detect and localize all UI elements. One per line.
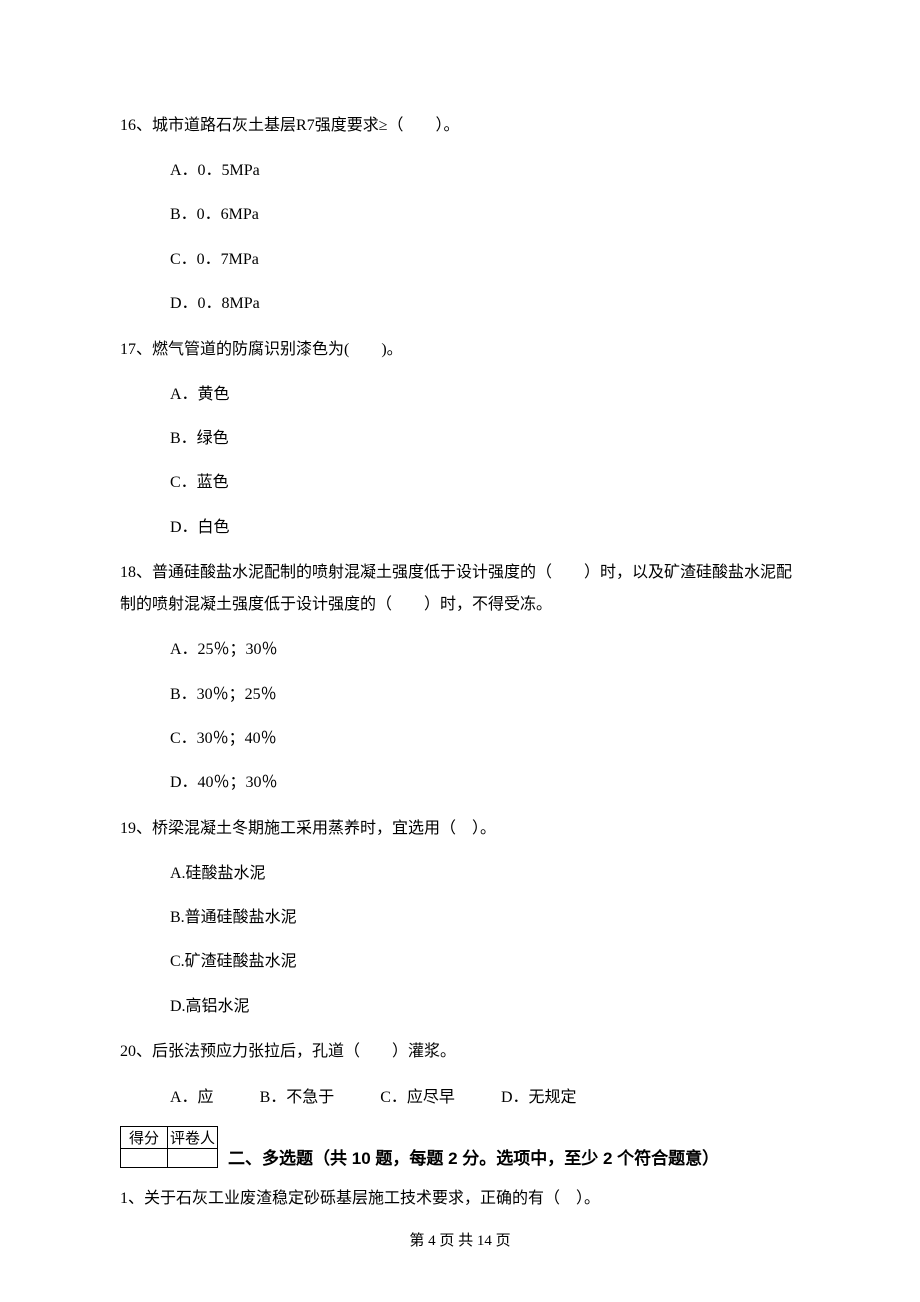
question-text: 17、燃气管道的防腐识别漆色为( )。 xyxy=(120,334,800,366)
option-c: C.矿渣硅酸盐水泥 xyxy=(170,947,800,977)
question-text: 20、后张法预应力张拉后，孔道（ ）灌浆。 xyxy=(120,1036,800,1068)
option-d: D.高铝水泥 xyxy=(170,992,800,1022)
option-a: A．应 xyxy=(170,1082,214,1114)
option-a: A．黄色 xyxy=(170,380,800,410)
question-text: 19、桥梁混凝土冬期施工采用蒸养时，宜选用（ ）。 xyxy=(120,813,800,845)
option-a: A．25％；30％ xyxy=(170,635,800,665)
option-c: C．应尽早 xyxy=(380,1082,455,1114)
question-body: 桥梁混凝土冬期施工采用蒸养时，宜选用（ ）。 xyxy=(152,820,496,837)
option-a: A.硅酸盐水泥 xyxy=(170,859,800,889)
question-20: 20、后张法预应力张拉后，孔道（ ）灌浆。 A．应 B．不急于 C．应尽早 D．… xyxy=(120,1036,800,1114)
question-19: 19、桥梁混凝土冬期施工采用蒸养时，宜选用（ ）。 A.硅酸盐水泥 B.普通硅酸… xyxy=(120,813,800,1023)
option-b: B．30％；25％ xyxy=(170,680,800,710)
question-text: 16、城市道路石灰土基层R7强度要求≥（ ）。 xyxy=(120,110,800,142)
question-body: 城市道路石灰土基层R7强度要求≥（ ）。 xyxy=(152,117,459,134)
inline-options: A．应 B．不急于 C．应尽早 D．无规定 xyxy=(170,1082,800,1114)
page-content: 16、城市道路石灰土基层R7强度要求≥（ ）。 A．0．5MPa B．0．6MP… xyxy=(0,0,920,1280)
option-b: B.普通硅酸盐水泥 xyxy=(170,903,800,933)
option-c: C．0．7MPa xyxy=(170,245,800,275)
question-17: 17、燃气管道的防腐识别漆色为( )。 A．黄色 B．绿色 C．蓝色 D．白色 xyxy=(120,334,800,544)
option-d: D．0．8MPa xyxy=(170,289,800,319)
question-number: 17、 xyxy=(120,341,152,358)
grader-cell xyxy=(168,1149,218,1168)
grader-header: 评卷人 xyxy=(168,1127,218,1149)
option-b: B．0．6MPa xyxy=(170,200,800,230)
option-d: D．40％；30％ xyxy=(170,768,800,798)
question-16: 16、城市道路石灰土基层R7强度要求≥（ ）。 A．0．5MPa B．0．6MP… xyxy=(120,110,800,320)
question-body: 燃气管道的防腐识别漆色为( )。 xyxy=(152,341,403,358)
section2-question-1: 1、关于石灰工业废渣稳定砂砾基层施工技术要求，正确的有（ ）。 xyxy=(120,1183,800,1215)
score-cell xyxy=(121,1149,168,1168)
score-table: 得分 评卷人 xyxy=(120,1126,218,1168)
option-d: D．白色 xyxy=(170,513,800,543)
question-body: 后张法预应力张拉后，孔道（ ）灌浆。 xyxy=(152,1043,456,1060)
question-number: 1、 xyxy=(120,1190,144,1207)
question-text: 18、普通硅酸盐水泥配制的喷射混凝土强度低于设计强度的（ ）时，以及矿渣硅酸盐水… xyxy=(120,557,800,621)
option-b: B．绿色 xyxy=(170,424,800,454)
option-a: A．0．5MPa xyxy=(170,156,800,186)
question-number: 20、 xyxy=(120,1043,152,1060)
question-number: 16、 xyxy=(120,117,152,134)
question-text: 1、关于石灰工业废渣稳定砂砾基层施工技术要求，正确的有（ ）。 xyxy=(120,1183,800,1215)
option-c: C．蓝色 xyxy=(170,468,800,498)
score-header: 得分 xyxy=(121,1127,168,1149)
question-number: 18、 xyxy=(120,564,152,581)
page-footer: 第 4 页 共 14 页 xyxy=(120,1229,800,1250)
section-2-title: 二、多选题（共 10 题，每题 2 分。选项中，至少 2 个符合题意） xyxy=(228,1144,719,1169)
option-c: C．30％；40％ xyxy=(170,724,800,754)
option-b: B．不急于 xyxy=(260,1082,335,1114)
question-number: 19、 xyxy=(120,820,152,837)
question-body: 普通硅酸盐水泥配制的喷射混凝土强度低于设计强度的（ ）时，以及矿渣硅酸盐水泥配制… xyxy=(120,564,792,613)
section-2-header: 得分 评卷人 二、多选题（共 10 题，每题 2 分。选项中，至少 2 个符合题… xyxy=(120,1126,800,1169)
option-d: D．无规定 xyxy=(501,1082,577,1114)
question-18: 18、普通硅酸盐水泥配制的喷射混凝土强度低于设计强度的（ ）时，以及矿渣硅酸盐水… xyxy=(120,557,800,799)
question-body: 关于石灰工业废渣稳定砂砾基层施工技术要求，正确的有（ ）。 xyxy=(144,1190,600,1207)
